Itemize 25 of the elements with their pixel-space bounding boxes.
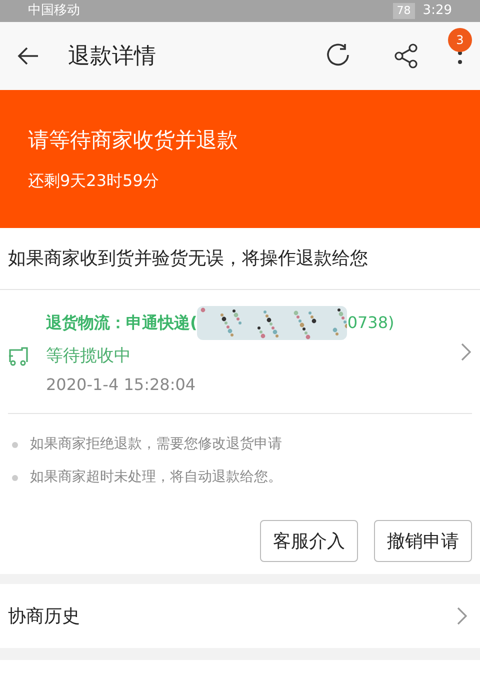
page-title: 退款详情	[68, 42, 156, 70]
chevron-right-icon	[460, 342, 472, 362]
logistics-label: 退货物流：申通快递(	[46, 312, 198, 334]
logistics-time: 2020-1-4 15:28:04	[46, 374, 197, 396]
action-button[interactable]: 客服介入	[260, 520, 358, 562]
bullet-icon	[12, 474, 18, 480]
notice-text: 如果商家收到货并验货无误，将操作退款给您	[8, 247, 368, 271]
clock-time: 3:29	[422, 2, 452, 20]
share-icon[interactable]	[392, 42, 420, 70]
carrier-name: 中国移动	[28, 2, 80, 20]
banner-title: 请等待商家收货并退款	[28, 127, 239, 154]
tip-text: 如果商家超时未处理，将自动退款给您。	[30, 468, 282, 487]
countdown-text: 还剩9天23时59分	[28, 170, 160, 192]
tracking-number-tail: 0738)	[347, 312, 394, 334]
logistics-status: 等待揽收中	[46, 344, 132, 368]
notification-badge: 3	[448, 28, 472, 52]
battery-level: 78	[392, 2, 415, 20]
chevron-right-icon	[456, 606, 468, 626]
logistics-row[interactable]: 退货物流：申通快递( 0738) 等待揽收中 2020-1-4 15:28:04	[8, 290, 472, 414]
history-row[interactable]: 协商历史	[0, 584, 480, 648]
truck-icon	[8, 346, 30, 366]
tip-text: 如果商家拒绝退款，需要您修改退货申请	[30, 435, 282, 454]
bullet-icon	[12, 442, 18, 448]
action-button[interactable]: 撤销申请	[374, 520, 472, 562]
history-label: 协商历史	[8, 604, 80, 628]
